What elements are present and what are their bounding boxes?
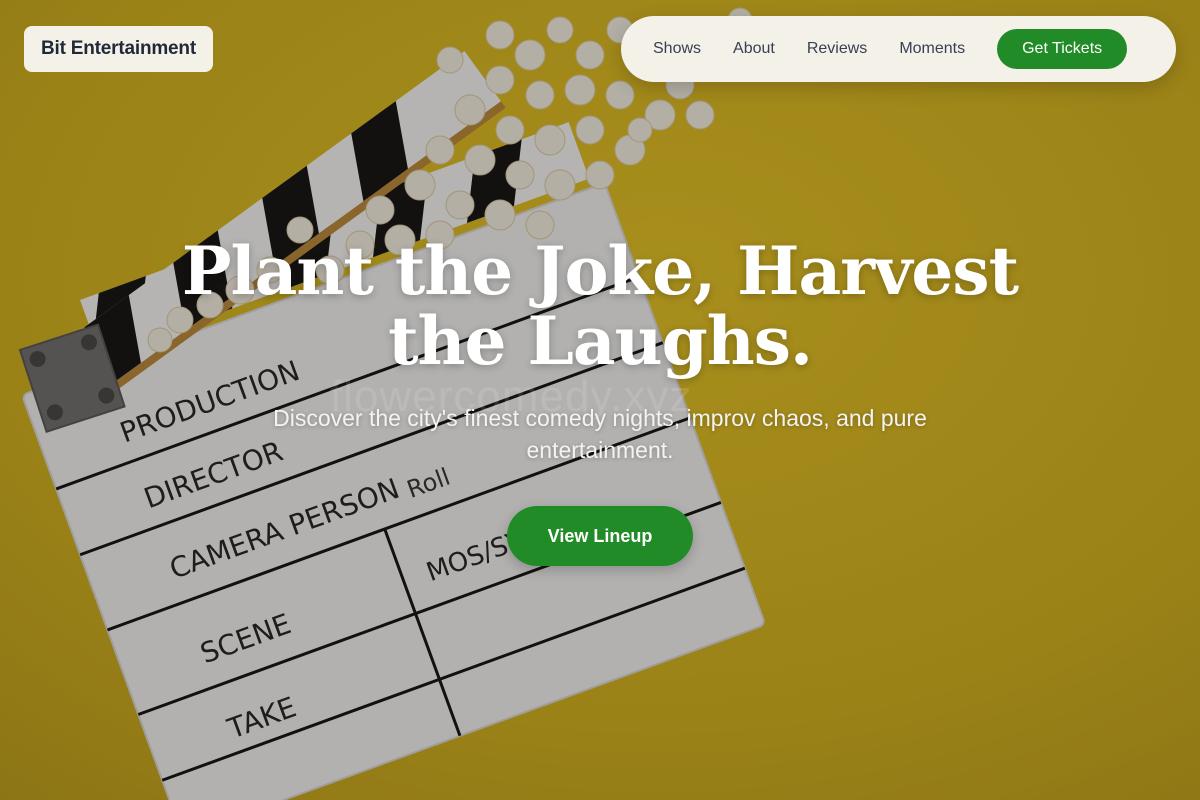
hero-headline: Plant the Joke, Harvest the Laughs. <box>150 236 1050 376</box>
hero-headline-line2: the Laughs. <box>388 302 813 380</box>
nav-link-reviews[interactable]: Reviews <box>807 40 867 58</box>
hero-subheadline: Discover the city's finest comedy nights… <box>273 405 927 463</box>
hero-headline-line1: Plant the Joke, Harvest <box>181 232 1019 310</box>
nav-link-moments[interactable]: Moments <box>899 40 965 58</box>
view-lineup-button[interactable]: View Lineup <box>507 506 693 566</box>
brand-logo[interactable]: Bit Entertainment <box>24 26 213 72</box>
get-tickets-button[interactable]: Get Tickets <box>997 29 1128 69</box>
top-nav: Shows About Reviews Moments Get Tickets <box>621 16 1176 82</box>
nav-link-about[interactable]: About <box>733 40 775 58</box>
nav-link-shows[interactable]: Shows <box>653 40 701 58</box>
